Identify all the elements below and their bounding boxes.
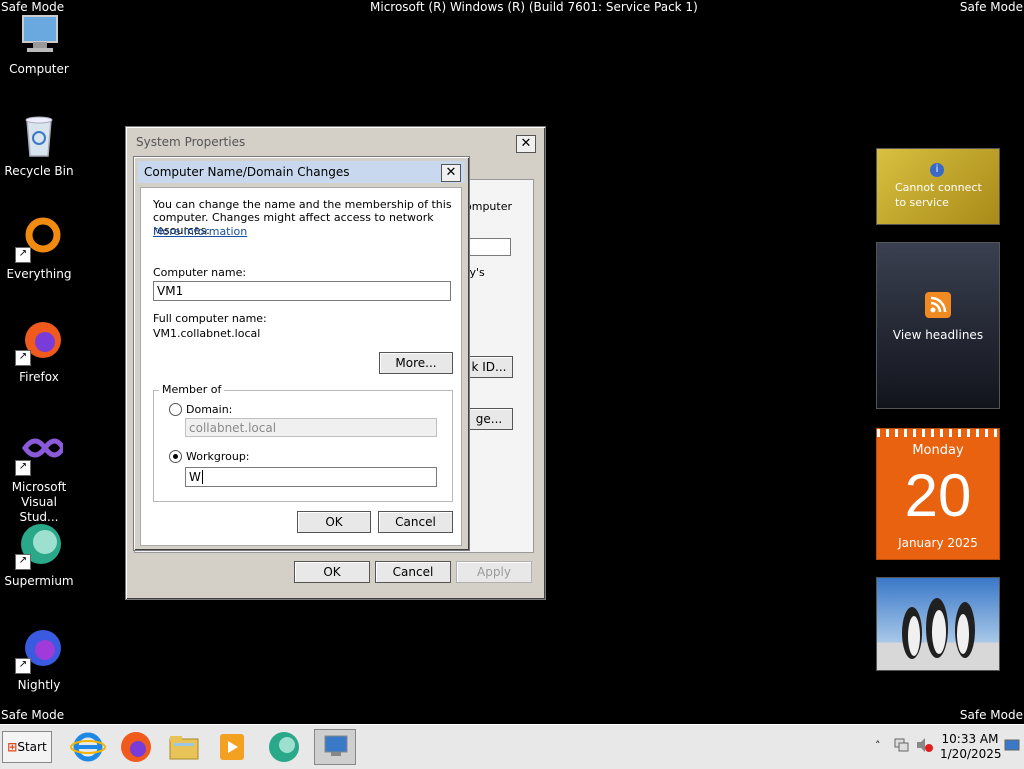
desktop-icon-computer[interactable]: Computer bbox=[1, 10, 77, 77]
workgroup-radio[interactable] bbox=[169, 450, 182, 463]
recycle-bin-icon bbox=[15, 112, 63, 160]
shortcut-arrow-icon: ↗ bbox=[15, 460, 31, 476]
more-information-link[interactable]: More information bbox=[153, 225, 247, 238]
calendar-gadget[interactable]: Monday 20 January 2025 bbox=[876, 428, 1000, 560]
clock-date: 1/20/2025 bbox=[940, 747, 1002, 761]
shortcut-arrow-icon: ↗ bbox=[15, 658, 31, 674]
supermium-icon: ↗ bbox=[15, 522, 63, 570]
nightly-icon: ↗ bbox=[15, 626, 63, 674]
everything-icon: ↗ bbox=[15, 215, 63, 263]
build-info: Microsoft (R) Windows (R) (Build 7601: S… bbox=[370, 0, 698, 14]
shortcut-arrow-icon: ↗ bbox=[15, 247, 31, 263]
internet-explorer-icon bbox=[70, 732, 106, 762]
more-button[interactable]: More... bbox=[379, 352, 453, 374]
member-of-label: Member of bbox=[159, 383, 225, 396]
partial-field bbox=[465, 238, 511, 256]
windows-logo-icon: ⊞ bbox=[7, 740, 18, 754]
close-button[interactable]: ✕ bbox=[516, 135, 536, 153]
full-name-value: VM1.collabnet.local bbox=[153, 327, 261, 340]
volume-muted-icon[interactable] bbox=[916, 737, 934, 753]
calendar-month-year: January 2025 bbox=[898, 536, 978, 550]
penguins-image bbox=[902, 598, 975, 659]
calendar-weekday: Monday bbox=[912, 443, 964, 458]
desktop-icon-label: Everything bbox=[6, 267, 72, 281]
apply-button[interactable]: Apply bbox=[456, 561, 532, 583]
supermium-icon bbox=[269, 732, 299, 762]
info-icon: i bbox=[930, 163, 944, 177]
firefox-icon bbox=[121, 732, 151, 762]
dialog-title: Computer Name/Domain Changes bbox=[138, 161, 465, 183]
feed-headlines-gadget[interactable]: View headlines bbox=[876, 242, 1000, 409]
calendar-day: 20 bbox=[904, 462, 972, 529]
desktop-icon-nightly[interactable]: ↗ Nightly bbox=[1, 626, 77, 693]
taskbar-firefox[interactable] bbox=[118, 729, 154, 765]
shortcut-arrow-icon: ↗ bbox=[15, 350, 31, 366]
safe-mode-bottom-left: Safe Mode bbox=[1, 708, 65, 722]
desktop-icon-recycle-bin[interactable]: Recycle Bin bbox=[1, 112, 77, 179]
window-title: System Properties bbox=[136, 135, 246, 149]
taskbar-media-player[interactable] bbox=[214, 729, 250, 765]
start-label: Start bbox=[17, 740, 47, 754]
weather-gadget[interactable]: i Cannot connect to service bbox=[876, 148, 1000, 225]
clock-time: 10:33 AM bbox=[941, 732, 999, 746]
network-id-button[interactable]: k ID... bbox=[465, 356, 513, 378]
file-explorer-icon bbox=[169, 736, 199, 760]
desktop-icon-label: Firefox bbox=[19, 370, 59, 384]
computer-name-dialog[interactable]: Computer Name/Domain Changes ✕ You can c… bbox=[133, 156, 470, 551]
calendar-binding bbox=[877, 429, 999, 437]
desktop-icon-label: Supermium bbox=[4, 574, 74, 588]
clock[interactable]: 10:33 AM 1/20/2025 bbox=[940, 732, 1002, 762]
firefox-icon: ↗ bbox=[15, 318, 63, 366]
desktop-icon-label: Recycle Bin bbox=[4, 164, 74, 178]
desktop-icon-label: Computer bbox=[9, 62, 69, 76]
cancel-button[interactable]: Cancel bbox=[378, 511, 453, 533]
workgroup-field[interactable]: W bbox=[185, 467, 437, 487]
desktop-icon-firefox[interactable]: ↗ Firefox bbox=[1, 318, 77, 385]
show-hidden-icons-icon[interactable]: ˄ bbox=[875, 739, 881, 752]
close-button[interactable]: ✕ bbox=[441, 164, 461, 182]
dialog-body: You can change the name and the membersh… bbox=[140, 187, 462, 546]
safe-mode-bottom-right: Safe Mode bbox=[959, 708, 1023, 722]
desktop-icon-label: Nightly bbox=[17, 678, 61, 692]
desktop-icon-supermium[interactable]: ↗ Supermium bbox=[1, 522, 77, 589]
visual-studio-icon: ↗ bbox=[15, 428, 66, 476]
desktop-icon-label: Microsoft Visual Stud... bbox=[11, 480, 67, 524]
shortcut-arrow-icon: ↗ bbox=[15, 554, 31, 570]
workgroup-label: Workgroup: bbox=[186, 450, 250, 463]
cancel-button[interactable]: Cancel bbox=[375, 561, 451, 583]
computer-icon bbox=[15, 10, 63, 58]
rss-icon bbox=[925, 292, 951, 318]
computer-name-label: Computer name: bbox=[153, 266, 247, 279]
system-properties-icon bbox=[324, 735, 348, 756]
full-name-label: Full computer name: bbox=[153, 312, 267, 325]
text-cursor bbox=[201, 470, 203, 484]
computer-name-field[interactable]: VM1 bbox=[153, 281, 451, 301]
ok-button[interactable]: OK bbox=[297, 511, 371, 533]
ok-button[interactable]: OK bbox=[294, 561, 370, 583]
weather-status: Cannot connect to service bbox=[895, 181, 982, 209]
domain-radio[interactable] bbox=[169, 403, 182, 416]
desktop-icon-visual-studio[interactable]: ↗ Microsoft Visual Stud... bbox=[1, 428, 77, 525]
taskbar-file-explorer[interactable] bbox=[166, 729, 202, 765]
start-button[interactable]: ⊞Start bbox=[2, 731, 52, 763]
safe-mode-top-right: Safe Mode bbox=[959, 0, 1023, 14]
taskbar-system-properties[interactable] bbox=[314, 729, 356, 765]
desktop-icon-everything[interactable]: ↗ Everything bbox=[1, 215, 77, 282]
network-icon[interactable] bbox=[894, 737, 910, 752]
taskbar-internet-explorer[interactable] bbox=[70, 729, 106, 765]
show-desktop-icon[interactable] bbox=[1004, 739, 1020, 753]
domain-field[interactable]: collabnet.local bbox=[185, 418, 437, 437]
workgroup-value: W bbox=[189, 470, 201, 484]
partial-text: omputer bbox=[465, 200, 513, 213]
media-player-icon bbox=[220, 734, 244, 760]
taskbar: ⊞Start ˄ 10:33 AM 1/20/2025 bbox=[0, 724, 1024, 769]
view-headlines-label: View headlines bbox=[892, 328, 984, 342]
change-button[interactable]: ge... bbox=[465, 408, 513, 430]
domain-label: Domain: bbox=[186, 403, 233, 416]
slideshow-gadget[interactable] bbox=[876, 577, 1000, 671]
taskbar-supermium[interactable] bbox=[266, 729, 302, 765]
